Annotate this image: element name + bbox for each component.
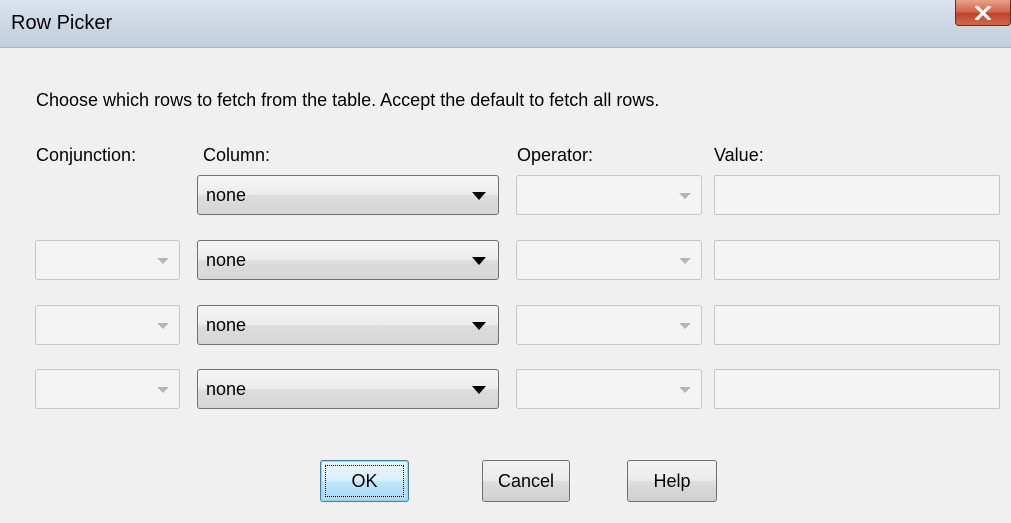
operator-select-1[interactable] [516,175,702,215]
column-select-1[interactable]: none [197,175,499,215]
value-field-1[interactable] [714,175,1000,215]
conjunction-select-4[interactable] [35,369,180,409]
conjunction-select-3[interactable] [35,305,180,345]
chevron-down-icon [472,257,486,265]
operator-label: Operator: [517,145,594,165]
column-select-2[interactable]: none [197,240,499,280]
dialog-body: Choose which rows to fetch from the tabl… [0,48,1011,523]
column-label: Column: [203,145,271,165]
chevron-down-icon [679,323,691,329]
chevron-down-icon [679,258,691,264]
value-label: Value: [714,145,764,165]
chevron-down-icon [679,193,691,199]
value-field-4[interactable] [714,369,1000,409]
chevron-down-icon [472,322,486,330]
chevron-down-icon [157,387,169,393]
value-field-3[interactable] [714,305,1000,345]
operator-select-4[interactable] [516,369,702,409]
column-select-3[interactable]: none [197,305,499,345]
conjunction-label: Conjunction: [36,145,137,165]
instruction-text: Choose which rows to fetch from the tabl… [36,90,660,110]
close-icon [975,5,991,20]
close-button[interactable] [955,0,1011,26]
column-select-value: none [206,250,247,270]
column-select-value: none [206,185,247,205]
cancel-button-label: Cancel [497,470,555,491]
help-button[interactable]: Help [627,460,717,502]
window-title: Row Picker [11,12,113,34]
row-picker-dialog: Row Picker Choose which rows to fetch fr… [0,0,1011,523]
ok-button[interactable]: OK [320,460,409,502]
conjunction-select-2[interactable] [35,240,180,280]
cancel-button[interactable]: Cancel [482,460,570,502]
help-button-label: Help [653,470,691,491]
chevron-down-icon [679,387,691,393]
focus-rectangle [325,465,404,497]
column-select-value: none [206,315,247,335]
operator-select-3[interactable] [516,305,702,345]
column-select-4[interactable]: none [197,369,499,409]
title-bar[interactable]: Row Picker [0,0,1011,48]
column-select-value: none [206,379,247,399]
value-field-2[interactable] [714,240,1000,280]
operator-select-2[interactable] [516,240,702,280]
chevron-down-icon [157,323,169,329]
chevron-down-icon [157,258,169,264]
chevron-down-icon [472,386,486,394]
chevron-down-icon [472,192,486,200]
